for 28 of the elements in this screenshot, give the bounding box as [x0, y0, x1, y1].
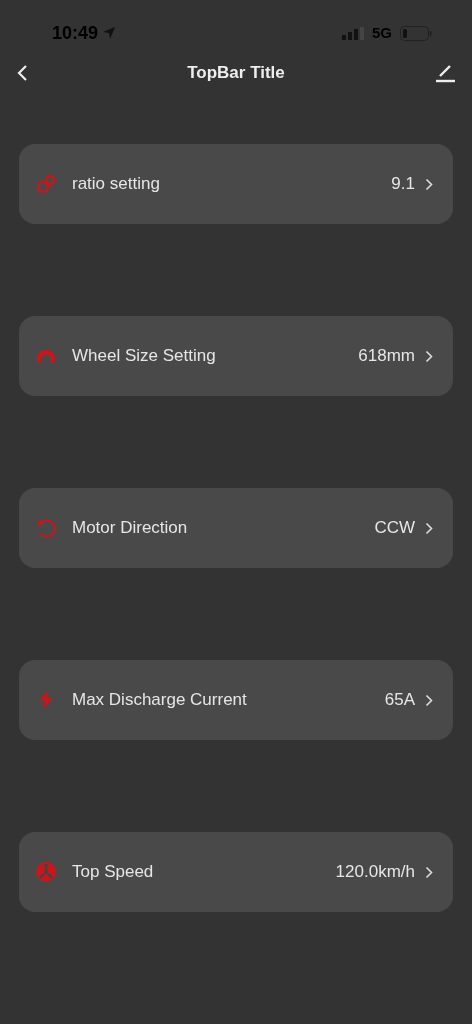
setting-value: 120.0km/h: [335, 861, 415, 884]
chevron-right-icon: [425, 349, 433, 363]
setting-label: Top Speed: [72, 861, 155, 884]
chevron-right-icon: [425, 865, 433, 879]
rotate-arrow-icon: [35, 517, 57, 539]
linked-rings-icon: [35, 173, 57, 195]
location-arrow-icon: [102, 26, 117, 40]
edit-button[interactable]: [434, 63, 456, 83]
setting-row[interactable]: ratio setting 9.1: [19, 144, 453, 224]
chevron-right-icon: [425, 177, 433, 191]
page-title: TopBar Title: [186, 62, 286, 85]
setting-row[interactable]: Wheel Size Setting 618mm: [19, 316, 453, 396]
setting-label: Motor Direction: [72, 517, 189, 540]
chevron-right-icon: [425, 693, 433, 707]
chevron-right-icon: [425, 521, 433, 535]
setting-value: CCW: [374, 517, 415, 540]
setting-value: 65A: [384, 689, 415, 712]
setting-row[interactable]: Motor Direction CCW: [19, 488, 453, 568]
setting-value: 618mm: [358, 345, 415, 368]
battery-icon: [400, 25, 432, 41]
setting-label: Wheel Size Setting: [72, 345, 217, 368]
signal-icon: [342, 26, 364, 40]
setting-row[interactable]: Max Discharge Current 65A: [19, 660, 453, 740]
setting-row[interactable]: Top Speed 120.0km/h: [19, 832, 453, 912]
fan-icon: [35, 861, 57, 883]
setting-label: ratio setting: [72, 173, 161, 196]
setting-value: 9.1: [391, 173, 415, 196]
setting-label: Max Discharge Current: [72, 689, 248, 712]
